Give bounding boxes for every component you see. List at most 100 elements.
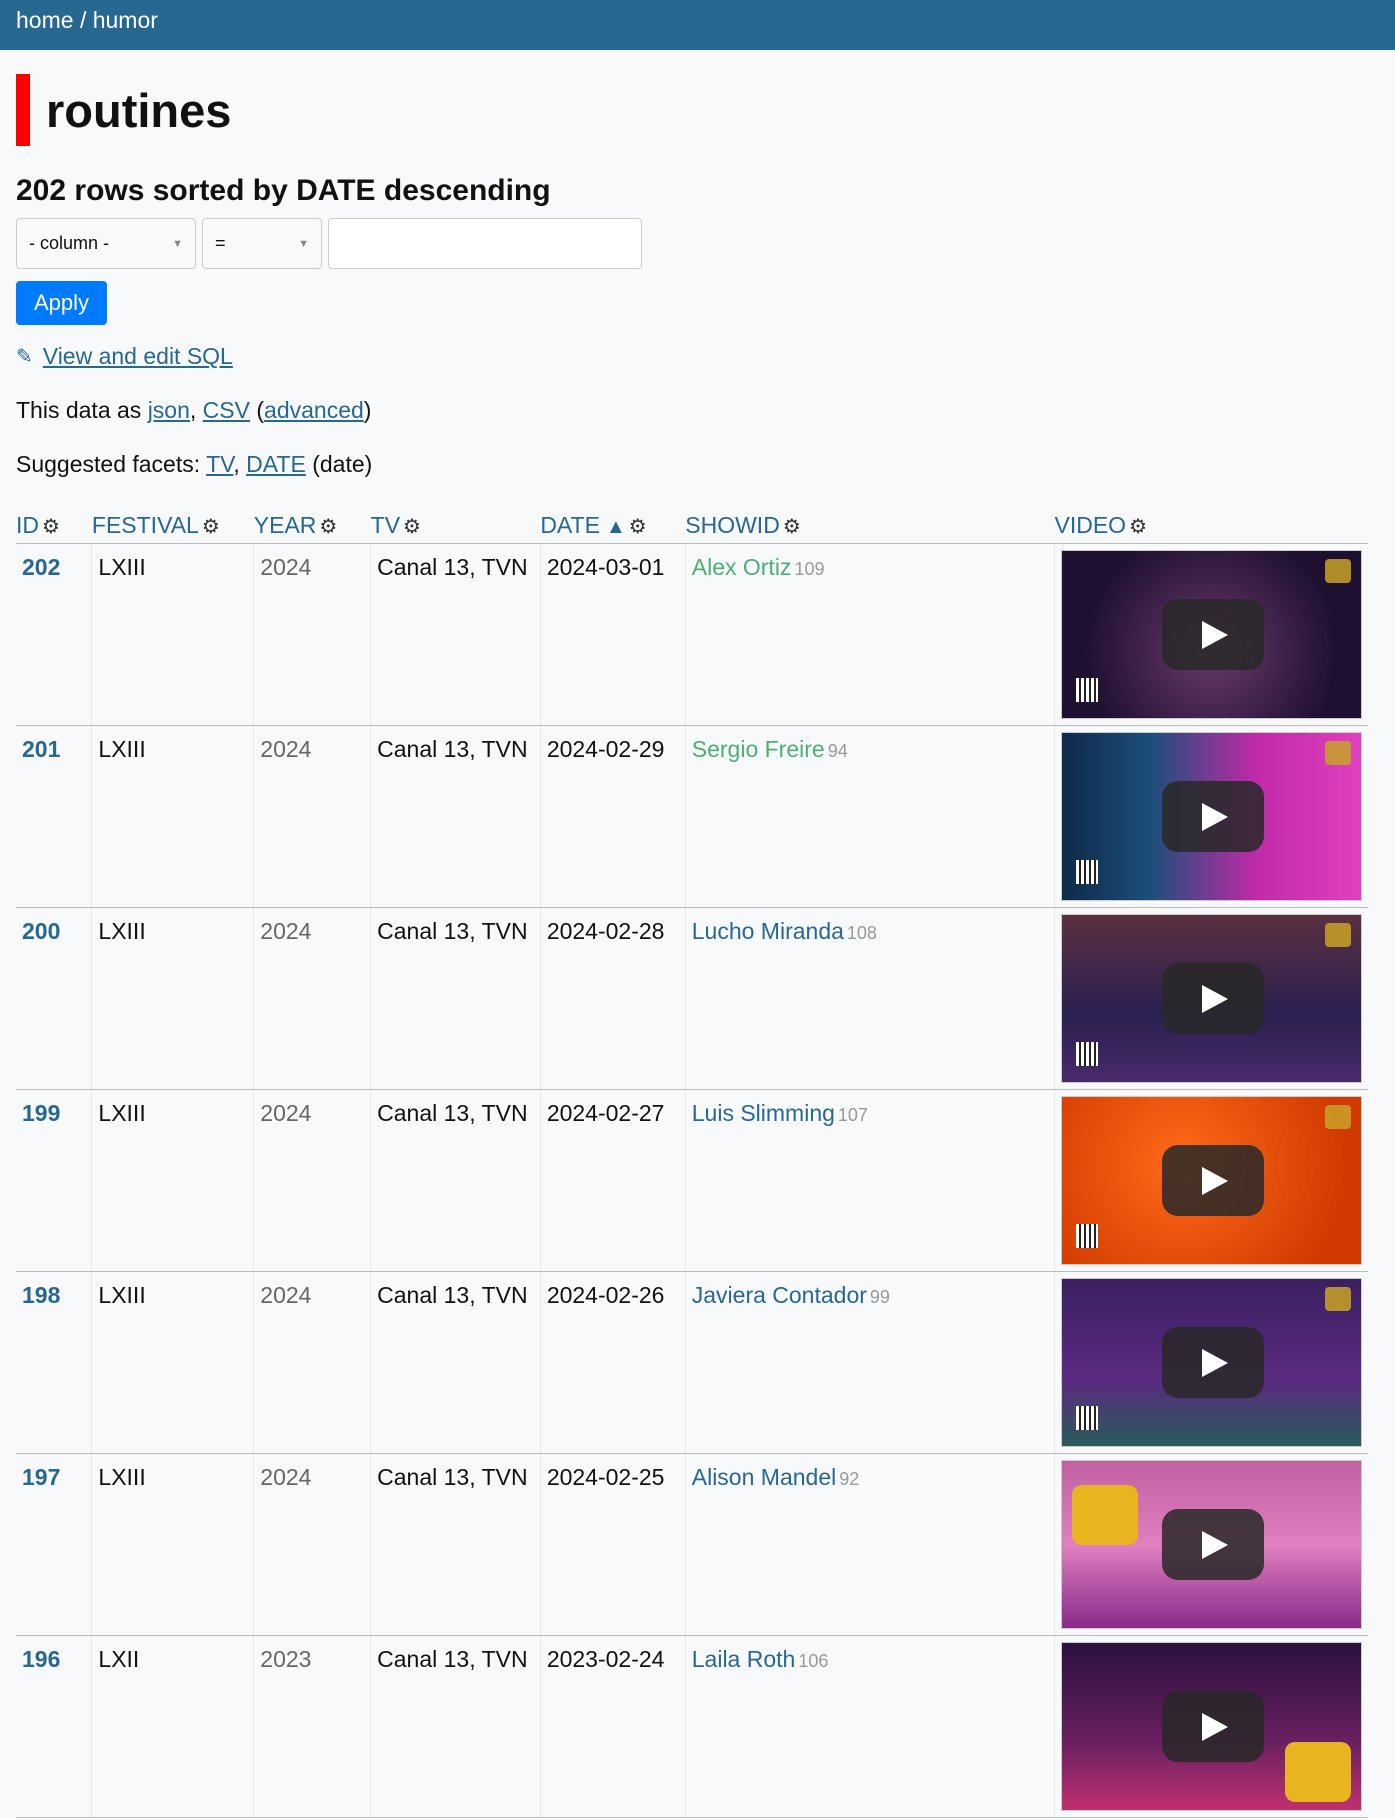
cell-tv: Canal 13, TVN	[370, 543, 541, 726]
cell-year: 2024	[253, 1453, 372, 1636]
breadcrumb: home / humor	[0, 0, 1395, 50]
show-count: 109	[794, 558, 825, 579]
row-count-heading: 202 rows sorted by DATE descending	[16, 174, 551, 207]
export-links: This data as json, CSV (advanced)	[16, 397, 372, 423]
csv-link[interactable]: CSV	[203, 397, 250, 423]
cell-id[interactable]: 200	[16, 907, 93, 1090]
cell-video	[1054, 1271, 1368, 1454]
cell-tv: Canal 13, TVN	[370, 1271, 541, 1454]
filter-value-input[interactable]	[328, 218, 642, 269]
show-link[interactable]: Javiera Contador	[692, 1282, 867, 1308]
advanced-link[interactable]: advanced	[264, 397, 364, 423]
column-header-label: YEAR	[253, 511, 317, 538]
video-thumbnail[interactable]	[1061, 1459, 1362, 1629]
gear-icon[interactable]: ⚙	[319, 516, 337, 538]
column-header-festival[interactable]: FESTIVAL ⚙	[91, 501, 254, 544]
show-link[interactable]: Laila Roth	[692, 1646, 796, 1672]
breadcrumb-home-link[interactable]: home	[16, 7, 74, 33]
column-select-value: - column -	[29, 233, 110, 253]
cell-showid: Lucho Miranda 108	[685, 907, 1056, 1090]
cell-id[interactable]: 202	[16, 543, 93, 726]
main-content: routines 202 rows sorted by DATE descend…	[0, 74, 1395, 1818]
table-header-row: ID ⚙ FESTIVAL ⚙ YEAR ⚙ TV ⚙ DATE ▲ ⚙ SHOWID ⚙ V…	[16, 501, 1368, 544]
qr-code-icon	[1076, 1223, 1098, 1248]
cell-video	[1054, 1089, 1368, 1272]
cell-year: 2023	[253, 1635, 372, 1818]
play-icon[interactable]	[1162, 598, 1264, 670]
pencil-icon: ✎	[16, 345, 33, 368]
column-header-label: DATE	[540, 511, 600, 538]
column-header-year[interactable]: YEAR ⚙	[253, 501, 371, 544]
gear-icon[interactable]: ⚙	[42, 516, 60, 538]
channel-logo-icon	[1072, 1484, 1138, 1545]
show-link[interactable]: Alex Ortiz	[692, 554, 792, 580]
show-link[interactable]: Alison Mandel	[692, 1464, 836, 1490]
facet-date-link[interactable]: DATE	[246, 451, 306, 477]
video-thumbnail[interactable]	[1061, 913, 1362, 1083]
video-thumbnail[interactable]	[1061, 1641, 1362, 1811]
column-select[interactable]: - column - ▼	[16, 218, 196, 269]
view-sql-link[interactable]: View and edit SQL	[43, 343, 233, 370]
show-link[interactable]: Luis Slimming	[692, 1100, 835, 1126]
operator-select[interactable]: = ▼	[202, 218, 322, 269]
show-link[interactable]: Sergio Freire	[692, 736, 825, 762]
cell-id[interactable]: 198	[16, 1271, 93, 1454]
cell-festival: LXIII	[91, 907, 255, 1090]
cell-tv: Canal 13, TVN	[370, 907, 541, 1090]
cell-video	[1054, 1635, 1368, 1818]
cell-festival: LXIII	[91, 1089, 255, 1272]
video-thumbnail[interactable]	[1061, 1277, 1362, 1447]
gear-icon[interactable]: ⚙	[629, 516, 647, 538]
play-icon[interactable]	[1162, 962, 1264, 1034]
cell-tv: Canal 13, TVN	[370, 725, 541, 908]
column-header-showid[interactable]: SHOWID ⚙	[685, 501, 1055, 544]
play-icon[interactable]	[1162, 1690, 1264, 1762]
play-icon[interactable]	[1162, 1144, 1264, 1216]
channel-logo-icon	[1325, 558, 1351, 583]
column-header-date[interactable]: DATE ▲ ⚙	[540, 501, 686, 544]
show-count: 92	[839, 1468, 860, 1489]
cell-id[interactable]: 201	[16, 725, 93, 908]
column-header-tv[interactable]: TV ⚙	[370, 501, 541, 544]
cell-id[interactable]: 196	[16, 1635, 93, 1818]
cell-date: 2024-02-28	[540, 907, 686, 1090]
video-thumbnail[interactable]	[1061, 549, 1362, 719]
table-row: 199 LXIII 2024 Canal 13, TVN 2024-02-27 …	[16, 1089, 1368, 1272]
cell-year: 2024	[253, 543, 372, 726]
video-thumbnail[interactable]	[1061, 1095, 1362, 1265]
play-icon[interactable]	[1162, 780, 1264, 852]
column-header-video[interactable]: VIDEO ⚙	[1054, 501, 1368, 544]
column-header-id[interactable]: ID ⚙	[16, 501, 92, 544]
cell-id[interactable]: 197	[16, 1453, 93, 1636]
qr-code-icon	[1076, 1405, 1098, 1430]
cell-showid: Javiera Contador 99	[685, 1271, 1056, 1454]
table-row: 196 LXII 2023 Canal 13, TVN 2023-02-24 L…	[16, 1635, 1368, 1818]
gear-icon[interactable]: ⚙	[1129, 516, 1147, 538]
qr-code-icon	[1076, 1041, 1098, 1066]
gear-icon[interactable]: ⚙	[202, 516, 220, 538]
cell-year: 2024	[253, 725, 372, 908]
cell-video	[1054, 543, 1368, 726]
export-prefix: This data as	[16, 397, 142, 423]
cell-festival: LXIII	[91, 1271, 255, 1454]
table-row: 201 LXIII 2024 Canal 13, TVN 2024-02-29 …	[16, 725, 1368, 908]
video-thumbnail[interactable]	[1061, 731, 1362, 901]
json-link[interactable]: json	[148, 397, 190, 423]
cell-date: 2023-02-24	[540, 1635, 686, 1818]
facet-tv-link[interactable]: TV	[206, 451, 233, 477]
cell-festival: LXII	[91, 1635, 255, 1818]
gear-icon[interactable]: ⚙	[783, 516, 801, 538]
gear-icon[interactable]: ⚙	[403, 516, 421, 538]
cell-tv: Canal 13, TVN	[370, 1635, 541, 1818]
apply-button[interactable]: Apply	[16, 281, 108, 325]
breadcrumb-humor-link[interactable]: humor	[93, 7, 158, 33]
cell-showid: Sergio Freire 94	[685, 725, 1056, 908]
show-link[interactable]: Lucho Miranda	[692, 918, 844, 944]
cell-video	[1054, 907, 1368, 1090]
play-icon[interactable]	[1162, 1326, 1264, 1398]
cell-date: 2024-02-27	[540, 1089, 686, 1272]
qr-code-icon	[1076, 677, 1098, 702]
cell-id[interactable]: 199	[16, 1089, 93, 1272]
play-icon[interactable]	[1162, 1508, 1264, 1580]
column-header-label: ID	[16, 511, 39, 538]
